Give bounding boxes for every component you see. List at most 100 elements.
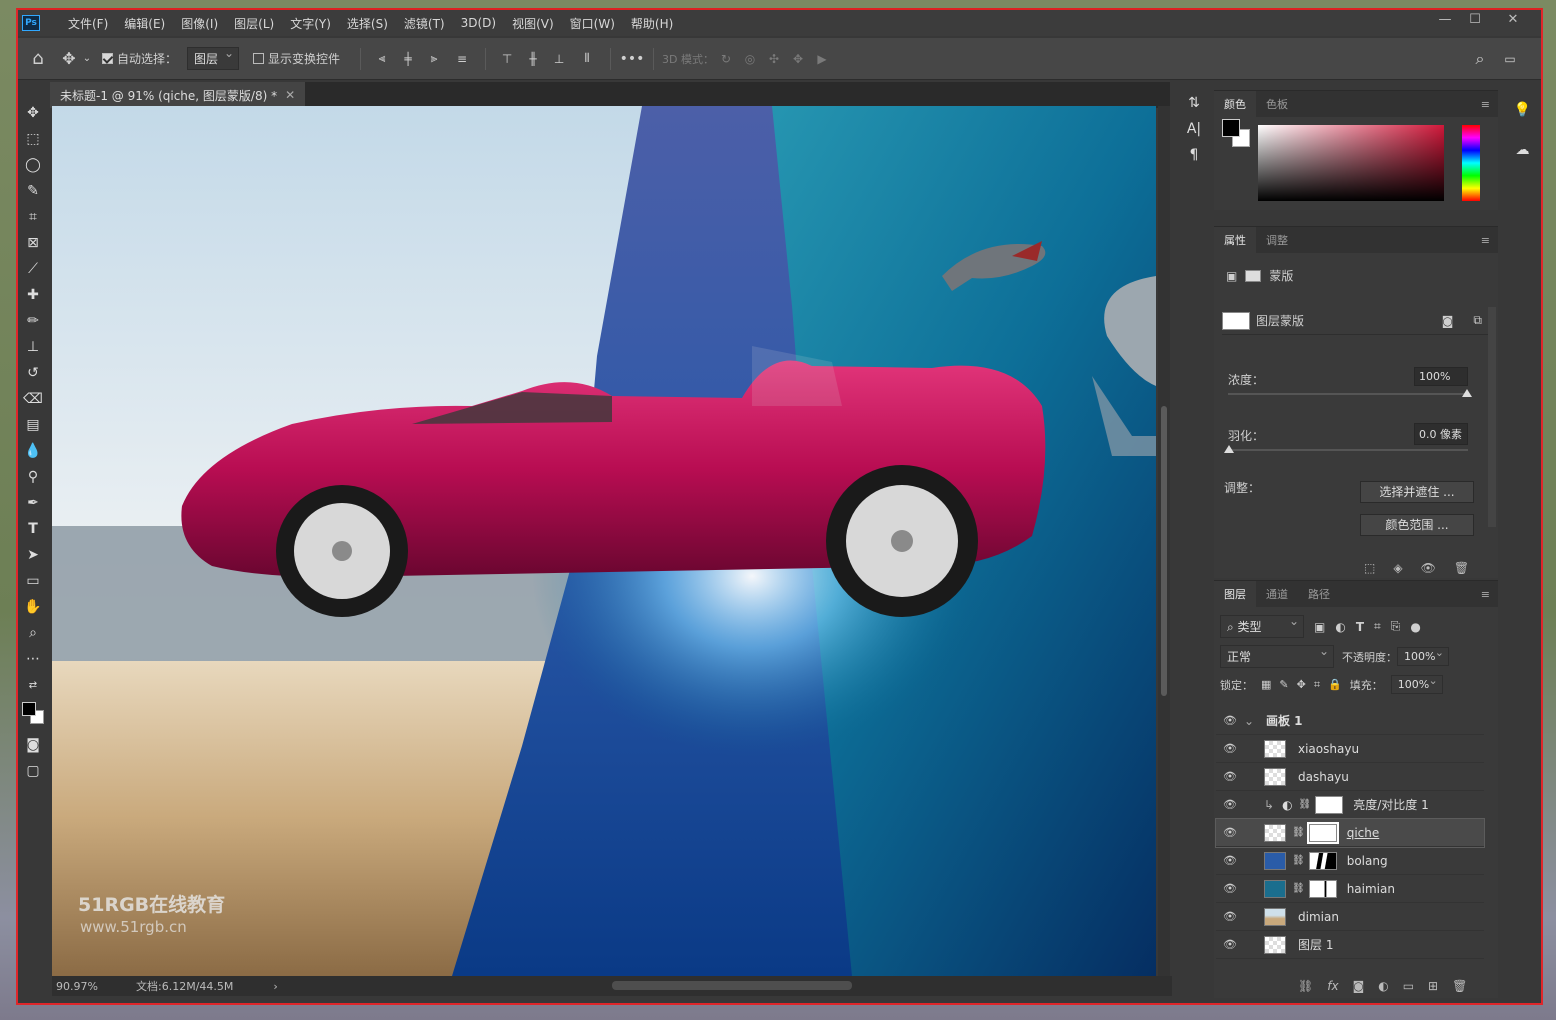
marquee-tool-icon[interactable]: ⬚ bbox=[18, 126, 48, 152]
visibility-eye-icon[interactable]: 👁 bbox=[1216, 798, 1244, 811]
apply-mask-icon[interactable]: ◈ bbox=[1393, 561, 1402, 575]
visibility-eye-icon[interactable]: 👁 bbox=[1216, 770, 1244, 783]
mask-thumbnail[interactable] bbox=[1222, 311, 1250, 330]
delete-layer-icon[interactable]: 🗑 bbox=[1452, 979, 1467, 993]
zoom-level[interactable]: 90.97% bbox=[56, 980, 136, 993]
3d-rotate-icon[interactable]: ↻ bbox=[714, 52, 738, 66]
pen-tool-icon[interactable]: ✒ bbox=[18, 490, 48, 516]
menu-view[interactable]: 视图(V) bbox=[504, 15, 562, 32]
minimize-icon[interactable]: — bbox=[1430, 12, 1460, 32]
canvas-vertical-scrollbar[interactable] bbox=[1158, 106, 1170, 976]
link-chain-icon[interactable]: ⛓ bbox=[1292, 855, 1305, 866]
lock-transparent-icon[interactable]: ▦ bbox=[1261, 678, 1271, 691]
fx-icon[interactable]: fx bbox=[1327, 979, 1338, 993]
add-pixel-mask-icon[interactable]: ◙ bbox=[1442, 314, 1454, 328]
learn-lightbulb-icon[interactable]: 💡 bbox=[1504, 90, 1541, 130]
document-tab[interactable]: 未标题-1 @ 91% (qiche, 图层蒙版/8) * ✕ bbox=[50, 82, 306, 108]
visibility-eye-icon[interactable]: 👁 bbox=[1216, 882, 1244, 895]
lock-all-icon[interactable]: 🔒 bbox=[1328, 678, 1342, 691]
toggle-mask-icon[interactable]: 👁 bbox=[1421, 561, 1436, 575]
eraser-tool-icon[interactable]: ⌫ bbox=[18, 386, 48, 412]
panel-menu-icon[interactable]: ≡ bbox=[1481, 98, 1490, 111]
new-adjustment-icon[interactable]: ◐ bbox=[1378, 979, 1388, 993]
menu-select[interactable]: 选择(S) bbox=[339, 15, 396, 32]
layer-row[interactable]: 👁 ⛓ bolang bbox=[1216, 847, 1484, 875]
link-chain-icon[interactable]: ⛓ bbox=[1292, 827, 1305, 838]
opacity-input[interactable]: 100% bbox=[1397, 646, 1449, 666]
lasso-tool-icon[interactable]: ◯ bbox=[18, 152, 48, 178]
mask-thumbnail[interactable] bbox=[1308, 879, 1337, 898]
menu-image[interactable]: 图像(I) bbox=[173, 15, 226, 32]
quick-select-tool-icon[interactable]: ✎ bbox=[18, 178, 48, 204]
healing-brush-tool-icon[interactable]: ✚ bbox=[18, 282, 48, 308]
mask-thumbnail[interactable] bbox=[1306, 821, 1339, 844]
visibility-eye-icon[interactable]: 👁 bbox=[1216, 938, 1244, 951]
tab-color[interactable]: 颜色 bbox=[1214, 91, 1256, 117]
lock-position-icon[interactable]: ✥ bbox=[1297, 678, 1306, 691]
density-input[interactable]: 100% bbox=[1414, 367, 1468, 386]
dodge-tool-icon[interactable]: ⚲ bbox=[18, 464, 48, 490]
swap-colors-icon[interactable]: ⇄ bbox=[18, 672, 48, 698]
layer-group-row[interactable]: 👁 ⌄ 画板 1 bbox=[1216, 707, 1484, 735]
color-range-button[interactable]: 颜色范围 ... bbox=[1360, 514, 1474, 536]
3d-camera-icon[interactable]: ▶ bbox=[810, 52, 834, 66]
visibility-eye-icon[interactable]: 👁 bbox=[1216, 854, 1244, 867]
filter-shape-icon[interactable]: ⌗ bbox=[1374, 619, 1381, 634]
feather-input[interactable]: 0.0 像素 bbox=[1414, 423, 1468, 445]
layer-row[interactable]: 👁 dimian bbox=[1216, 903, 1484, 931]
menu-window[interactable]: 窗口(W) bbox=[562, 15, 623, 32]
screen-mode-icon[interactable]: ▢ bbox=[18, 758, 48, 784]
layer-row-selected[interactable]: 👁 ⛓ qiche bbox=[1215, 818, 1485, 848]
new-group-icon[interactable]: ▭ bbox=[1403, 979, 1414, 993]
blur-tool-icon[interactable]: 💧 bbox=[18, 438, 48, 464]
add-vector-mask-icon[interactable]: ⧉ bbox=[1473, 313, 1482, 328]
align-top-icon[interactable]: ⊤ bbox=[494, 52, 520, 66]
density-slider-handle[interactable] bbox=[1462, 389, 1472, 397]
feather-slider-handle[interactable] bbox=[1224, 445, 1234, 453]
frame-tool-icon[interactable]: ⊠ bbox=[18, 230, 48, 256]
menu-filter[interactable]: 滤镜(T) bbox=[396, 15, 453, 32]
home-icon[interactable]: ⌂ bbox=[18, 48, 58, 69]
gradient-tool-icon[interactable]: ▤ bbox=[18, 412, 48, 438]
menu-layer[interactable]: 图层(L) bbox=[226, 15, 282, 32]
auto-select-target-dropdown[interactable]: 图层 bbox=[187, 46, 240, 70]
path-select-tool-icon[interactable]: ➤ bbox=[18, 542, 48, 568]
blend-mode-dropdown[interactable]: 正常 bbox=[1220, 644, 1334, 668]
close-tab-icon[interactable]: ✕ bbox=[285, 88, 295, 102]
history-panel-icon[interactable]: ⇅ bbox=[1178, 90, 1210, 116]
lock-artboard-icon[interactable]: ⌗ bbox=[1314, 678, 1320, 692]
move-tool-icon[interactable]: ✥ bbox=[18, 100, 48, 126]
distribute-icon[interactable]: ≡ bbox=[447, 52, 477, 66]
filter-smart-object-icon[interactable]: ⎘ bbox=[1391, 619, 1401, 634]
menu-file[interactable]: 文件(F) bbox=[60, 15, 116, 32]
link-chain-icon[interactable]: ⛓ bbox=[1299, 799, 1312, 810]
workspace-icon[interactable]: ▭ bbox=[1498, 52, 1522, 66]
scroll-thumb[interactable] bbox=[1161, 406, 1167, 696]
foreground-color-swatch[interactable] bbox=[22, 702, 36, 716]
layer-row[interactable]: 👁 ⛓ haimian bbox=[1216, 875, 1484, 903]
menu-edit[interactable]: 编辑(E) bbox=[116, 15, 173, 32]
type-tool-icon[interactable]: T bbox=[18, 516, 48, 542]
3d-pan-icon[interactable]: ✣ bbox=[762, 52, 786, 66]
maximize-icon[interactable]: ☐ bbox=[1460, 12, 1490, 32]
lock-pixels-icon[interactable]: ✎ bbox=[1279, 678, 1288, 691]
align-hcenter-icon[interactable]: ╪ bbox=[395, 52, 421, 66]
filter-kind-dropdown[interactable]: ⌕ 类型 bbox=[1220, 614, 1304, 638]
search-icon[interactable]: ⌕ bbox=[1468, 49, 1492, 69]
color-swatches[interactable] bbox=[18, 698, 48, 732]
properties-scrollbar[interactable] bbox=[1488, 307, 1496, 527]
distribute-vertical-icon[interactable]: ⦀ bbox=[572, 51, 602, 66]
visibility-eye-icon[interactable]: 👁 bbox=[1216, 714, 1244, 727]
rectangle-tool-icon[interactable]: ▭ bbox=[18, 568, 48, 594]
layer-row[interactable]: 👁 ↳ ◐ ⛓ 亮度/对比度 1 bbox=[1216, 791, 1484, 819]
libraries-cloud-icon[interactable]: ☁ bbox=[1504, 130, 1541, 170]
menu-help[interactable]: 帮助(H) bbox=[623, 15, 681, 32]
visibility-eye-icon[interactable]: 👁 bbox=[1216, 742, 1244, 755]
select-and-mask-button[interactable]: 选择并遮住 ... bbox=[1360, 481, 1474, 503]
mask-thumbnail[interactable] bbox=[1308, 851, 1337, 870]
density-slider[interactable] bbox=[1228, 389, 1472, 397]
panel-menu-icon[interactable]: ≡ bbox=[1481, 588, 1490, 601]
filter-adjustment-icon[interactable]: ◐ bbox=[1335, 620, 1345, 634]
hand-tool-icon[interactable]: ✋ bbox=[18, 594, 48, 620]
link-layers-icon[interactable]: ⛓ bbox=[1298, 979, 1313, 993]
